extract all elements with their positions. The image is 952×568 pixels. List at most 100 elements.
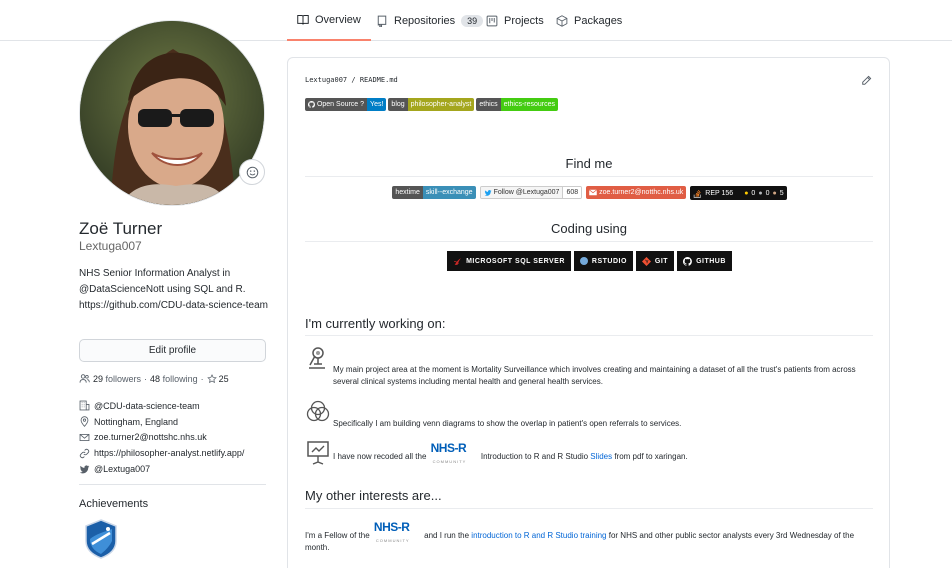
twitter-follow-text: Follow @Lextuga007 [493, 189, 560, 196]
para3-text-b: Introduction to R and R Studio [480, 452, 589, 461]
git-icon [641, 256, 651, 266]
readme-top-shields: Open Source ? Yes! blog philosopher-anal… [305, 98, 559, 111]
vcard-twitter[interactable]: @Lextuga007 [79, 461, 244, 477]
twitter-follow-count: 608 [562, 187, 582, 198]
star-icon [206, 373, 217, 383]
stars-link[interactable]: 25 [206, 373, 229, 384]
following-link[interactable]: 48 following [150, 374, 198, 384]
edit-readme-button[interactable] [861, 75, 872, 89]
link-icon [79, 448, 90, 458]
stackexchange-shield[interactable]: REP 156 ● 0 ● 0 ● 5 [690, 186, 787, 200]
rstudio-badge[interactable]: RSTUDIO [573, 251, 633, 271]
github-icon [308, 101, 315, 108]
training-link[interactable]: introduction to R and R Studio training [471, 531, 606, 540]
github-icon [683, 256, 692, 266]
pencil-icon [862, 75, 872, 85]
para3-text-c: from pdf to xaringan. [614, 452, 688, 461]
smiley-icon [246, 166, 258, 178]
twitter-bird-icon [484, 189, 492, 196]
arctic-code-vault-badge-icon [85, 519, 117, 559]
open-source-shield-left: Open Source ? [305, 98, 368, 111]
followers-count: 29 [93, 373, 104, 384]
stackoverflow-icon [694, 189, 702, 198]
nhsr-community-logo[interactable]: NHS-R COMMUNITY [429, 441, 479, 464]
rstudio-badge-text: RSTUDIO [591, 257, 627, 265]
heading-rule [305, 176, 873, 177]
stars-count: 25 [218, 373, 229, 384]
following-count: 48 [150, 373, 161, 384]
vcard-location: Nottingham, England [79, 414, 244, 430]
slides-link[interactable]: Slides [590, 452, 612, 461]
profile-full-name: Zoë Turner [79, 219, 163, 238]
achievement-badge[interactable] [84, 519, 118, 564]
readme-owner-link[interactable]: Lextuga007 [305, 76, 347, 84]
heading-rule [305, 335, 873, 336]
para4-text-a: I'm a Fellow of the [305, 531, 370, 540]
git-badge[interactable]: GIT [635, 251, 675, 271]
organization-icon [79, 401, 90, 411]
hextime-shield-right: skill--exchange [422, 186, 476, 199]
profile-bio: NHS Senior Information Analyst in @DataS… [79, 268, 268, 311]
email-shield[interactable]: zoe.turner2@notthc.nhs.uk [586, 186, 687, 199]
profile-username: Lextuga007 [79, 239, 142, 253]
tab-overview[interactable]: Overview [287, 0, 371, 41]
mail-icon [79, 433, 90, 441]
vcard-email[interactable]: zoe.turner2@nottshc.nhs.uk [79, 430, 244, 446]
silver-count: 0 [765, 189, 770, 197]
readme-path: Lextuga007 / README.md [305, 76, 398, 84]
people-icon [79, 374, 90, 383]
nhsr-community-logo[interactable]: NHS-R COMMUNITY [372, 520, 422, 543]
nhsr-logo-sub: COMMUNITY [375, 538, 410, 543]
working-on-heading: I'm currently working on: [305, 316, 446, 331]
package-icon [556, 14, 568, 27]
tab-repositories-label: Repositories [394, 14, 456, 27]
git-badge-text: GIT [654, 257, 669, 265]
twitter-follow-shield-left: Follow @Lextuga007 [480, 187, 563, 198]
para3-text-a: I have now recoded all the [333, 452, 427, 461]
vcard-twitter-text: @Lextuga007 [94, 464, 151, 475]
nhsr-logo-text: NHS-R [373, 520, 410, 534]
sql-server-badge[interactable]: MICROSOFT SQL SERVER [447, 251, 571, 271]
heading-rule [305, 241, 873, 242]
bronze-dot: ● [772, 189, 777, 197]
followers-link[interactable]: 29 followers [93, 374, 141, 384]
hextime-shield[interactable]: hextime skill--exchange [392, 186, 476, 199]
location-icon [80, 416, 89, 428]
vcard-org[interactable]: @CDU-data-science-team [79, 398, 244, 414]
vcard-website[interactable]: https://philosopher-analyst.netlify.app/ [79, 445, 244, 461]
readme-paragraph-1: My main project area at the moment is Mo… [333, 365, 856, 386]
tab-packages[interactable]: Packages [546, 0, 632, 41]
tab-projects[interactable]: Projects [476, 0, 554, 41]
twitter-icon [79, 465, 90, 473]
open-source-shield-left-text: Open Source ? [316, 101, 365, 108]
ethics-shield-right: ethics-resources [500, 98, 559, 111]
github-badge[interactable]: GITHUB [677, 251, 732, 271]
readme-path-separator: / [351, 76, 356, 84]
rstudio-icon [579, 257, 588, 265]
followers-label: followers [105, 373, 142, 384]
tab-projects-label: Projects [504, 14, 544, 27]
open-source-shield[interactable]: Open Source ? Yes! [305, 98, 387, 111]
bronze-count: 5 [779, 189, 784, 197]
book-icon [297, 14, 309, 25]
blog-shield[interactable]: blog philosopher-analyst [388, 98, 475, 111]
find-me-shields: hextime skill--exchange Follow @Lextuga0… [288, 186, 891, 200]
para4-text-b: and I run the [424, 531, 470, 540]
twitter-follow-shield[interactable]: Follow @Lextuga007 608 [479, 186, 583, 199]
set-status-button[interactable] [239, 159, 265, 185]
email-shield-body: zoe.turner2@notthc.nhs.uk [586, 186, 687, 199]
avatar[interactable] [79, 20, 265, 206]
tab-repositories[interactable]: Repositories 39 [366, 0, 493, 41]
rep-label: REP 156 [705, 189, 734, 197]
avatar-photo [80, 21, 264, 205]
ethics-shield[interactable]: ethics ethics-resources [476, 98, 559, 111]
readme-paragraph-4: I'm a Fellow of the NHS-R COMMUNITY and … [305, 520, 875, 554]
vcard-email-text: zoe.turner2@nottshc.nhs.uk [94, 432, 207, 443]
vcard-details: @CDU-data-science-team Nottingham, Engla… [79, 398, 244, 477]
sql-server-icon [454, 257, 461, 265]
gmail-icon [589, 189, 598, 196]
gold-count: 0 [751, 189, 756, 197]
open-source-shield-right: Yes! [367, 98, 387, 111]
blog-shield-left: blog [388, 98, 408, 111]
edit-profile-button[interactable]: Edit profile [79, 339, 266, 362]
